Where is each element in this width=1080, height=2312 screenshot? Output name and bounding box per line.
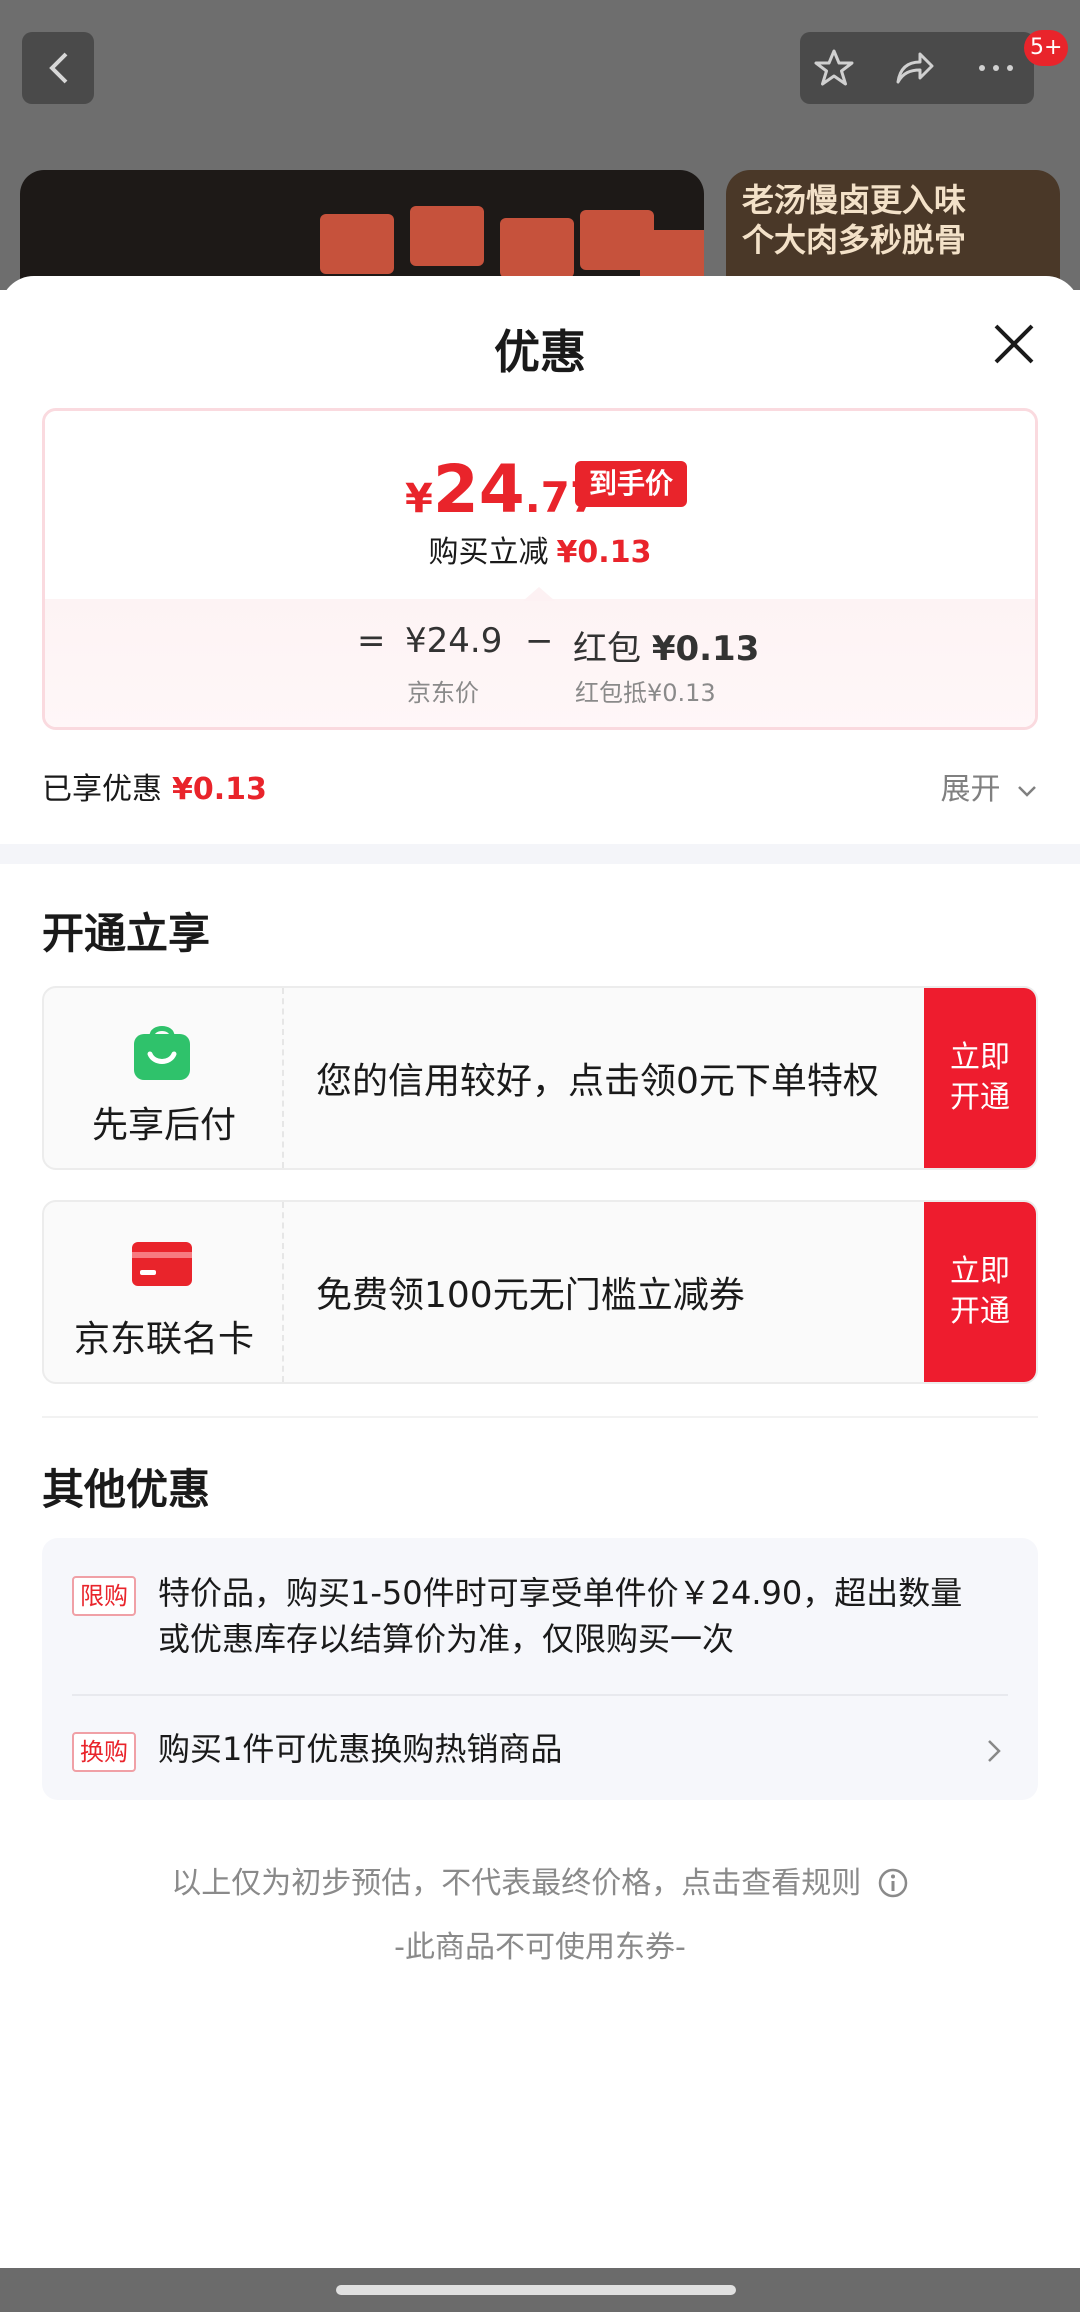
discount-sheet: 优惠 ¥24.77 到手价 购买立减 ¥0.13 = ¥24.9 京东价 − 红包… <box>0 276 1080 2312</box>
close-icon[interactable] <box>990 320 1038 368</box>
offer-name: 先享后付 <box>91 1105 236 1146</box>
other-section-title: 其他优惠 <box>42 1465 211 1514</box>
banner-text-line1: 老汤慢卤更入味 <box>742 181 967 219</box>
trade-in-description: 购买1件可优惠换购热销商品 <box>158 1730 563 1768</box>
price-card: ¥24.77 到手价 购买立减 ¥0.13 = ¥24.9 京东价 − 红包 ¥0… <box>42 408 1038 730</box>
activate-button[interactable]: 立即 开通 <box>924 988 1036 1168</box>
shopping-bag-icon <box>134 1026 190 1080</box>
share-icon[interactable] <box>894 48 934 88</box>
jd-price: ¥24.9 <box>405 621 503 661</box>
more-icon[interactable] <box>976 48 1016 88</box>
rules-note[interactable]: 以上仅为初步预估，不代表最终价格，点击查看规则 <box>0 1858 1080 1902</box>
enjoyed-discount: 已享优惠 ¥0.13 <box>42 772 267 807</box>
offer-description: 您的信用较好，点击领0元下单特权 <box>316 1061 879 1102</box>
limit-description: 特价品，购买1-50件时可享受单件价￥24.90，超出数量 或优惠库存以结算价为… <box>158 1574 963 1658</box>
offer-name: 京东联名卡 <box>73 1319 254 1360</box>
credit-card-icon <box>132 1242 192 1286</box>
other-offers-list: 限购 特价品，购买1-50件时可享受单件价￥24.90，超出数量 或优惠库存以结… <box>42 1538 1038 1800</box>
offer-description: 免费领100元无门槛立减券 <box>316 1275 745 1316</box>
chevron-left-icon <box>49 52 68 84</box>
minus-sign: − <box>525 621 554 661</box>
star-icon[interactable] <box>814 48 854 88</box>
chevron-down-icon <box>1018 786 1036 797</box>
limit-tag: 限购 <box>72 1576 136 1616</box>
message-count-badge: 5+ <box>1024 30 1069 66</box>
trade-in-tag: 换购 <box>72 1732 136 1772</box>
section-divider <box>0 844 1080 864</box>
no-coupon-note: -此商品不可使用东券- <box>394 1930 686 1965</box>
home-indicator[interactable] <box>336 2285 736 2295</box>
offer-card-co-branded-card[interactable]: 京东联名卡 免费领100元无门槛立减券 立即 开通 <box>42 1200 1038 1384</box>
redpack-sub: 红包抵¥0.13 <box>575 679 716 707</box>
expand-button[interactable]: 展开 <box>940 764 1038 808</box>
redpack: 红包 ¥0.13 <box>573 629 760 669</box>
divider <box>42 1416 1038 1418</box>
offer-card-pay-later[interactable]: 先享后付 您的信用较好，点击领0元下单特权 立即 开通 <box>42 986 1038 1170</box>
final-price-tag: 到手价 <box>575 461 688 507</box>
equals-sign: = <box>357 621 386 661</box>
sheet-title: 优惠 <box>494 325 586 379</box>
action-bar <box>800 32 1034 104</box>
banner-text-line2: 个大肉多秒脱骨 <box>742 221 967 259</box>
purchase-discount: 购买立减 ¥0.13 <box>428 535 652 570</box>
activate-button[interactable]: 立即 开通 <box>924 1202 1036 1382</box>
final-price: ¥24.77 <box>405 451 600 528</box>
back-button[interactable] <box>22 32 94 104</box>
info-icon <box>878 1868 908 1898</box>
open-section-title: 开通立享 <box>42 909 211 958</box>
jd-price-label: 京东价 <box>407 679 479 707</box>
chevron-right-icon <box>988 1740 1001 1762</box>
